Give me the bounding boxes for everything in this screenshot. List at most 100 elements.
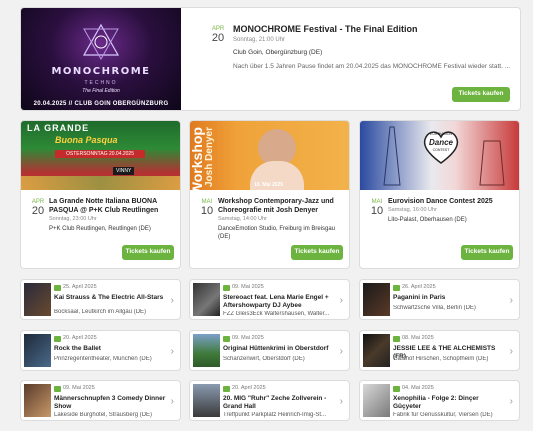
event-venue: Treffpunkt Parkplatz Heinrich-Imig-St... bbox=[223, 412, 327, 418]
calendar-icon bbox=[223, 285, 230, 291]
event-venue: Schwartzsche Villa, Berlin (DE) bbox=[393, 305, 476, 311]
event-thumbnail bbox=[24, 283, 51, 316]
event-date: 08. Mai 2025 bbox=[402, 335, 434, 341]
list-item[interactable]: 25. April 2025 Kai Strauss & The Electri… bbox=[20, 279, 181, 320]
event-card[interactable]: LA GRANDE Buona Pasqua OSTERSONNTAG 20.0… bbox=[20, 120, 181, 269]
calendar-icon bbox=[393, 336, 400, 342]
event-venue: P+K Club Reutlingen, Reutlingen (DE) bbox=[49, 226, 151, 232]
event-title[interactable]: Eurovision Dance Contest 2025 bbox=[388, 197, 513, 206]
event-thumbnail bbox=[24, 384, 51, 417]
event-title[interactable]: Workshop Contemporary-Jazz und Choreogra… bbox=[218, 197, 343, 215]
event-day: 10 bbox=[370, 205, 384, 217]
list-item[interactable]: 09. Mai 2025 Original Hüttenkrimi in Obe… bbox=[189, 330, 350, 371]
event-image[interactable]: EUROVISION Dance CONTEST bbox=[360, 121, 519, 190]
chevron-right-icon: › bbox=[339, 346, 343, 357]
calendar-icon bbox=[54, 336, 61, 342]
chevron-right-icon: › bbox=[170, 396, 174, 407]
buy-tickets-button[interactable]: Tickets kaufen bbox=[122, 245, 174, 260]
event-thumbnail bbox=[24, 334, 51, 367]
event-time: Samstag, 16:00 Uhr bbox=[388, 207, 437, 213]
list-item[interactable]: 26. April 2025 Paganini in Paris Schwart… bbox=[359, 279, 520, 320]
event-title: Kai Strauss & The Electric All-Stars bbox=[54, 294, 164, 301]
calendar-icon bbox=[54, 386, 61, 392]
event-venue: Gasthof Hirschen, Schopfheim (DE) bbox=[393, 356, 489, 362]
calendar-icon bbox=[393, 386, 400, 392]
event-thumbnail bbox=[193, 334, 220, 367]
event-date: 20. April 2025 bbox=[63, 335, 97, 341]
image-text: LA GRANDE bbox=[27, 123, 90, 133]
calendar-icon bbox=[54, 285, 61, 291]
event-venue: Lito-Palast, Oberhausen (DE) bbox=[388, 217, 467, 223]
calendar-icon bbox=[223, 386, 230, 392]
list-item[interactable]: 20. April 2025 Rock the Ballet Prinzrege… bbox=[20, 330, 181, 371]
event-venue: Prinzregententheater, München (DE) bbox=[54, 356, 152, 362]
event-venue: Schanzenwirt, Oberstdorf (DE) bbox=[223, 356, 305, 362]
event-date: Mai 10 bbox=[366, 199, 388, 217]
chevron-right-icon: › bbox=[170, 346, 174, 357]
image-text: 10. Mai 2025 bbox=[254, 182, 284, 188]
featured-event-image[interactable]: MONOCHROME TECHNO The Final Edition 20.0… bbox=[21, 8, 181, 110]
buy-tickets-button[interactable]: Tickets kaufen bbox=[452, 87, 510, 102]
featured-event-card[interactable]: MONOCHROME TECHNO The Final Edition 20.0… bbox=[20, 7, 521, 111]
list-item[interactable]: 20. April 2025 20. MIG "Ruhr" Zeche Zoll… bbox=[189, 380, 350, 421]
event-date: 20. April 2025 bbox=[232, 385, 266, 391]
buy-tickets-button[interactable]: Tickets kaufen bbox=[461, 245, 513, 260]
image-tag-text: The Final Edition bbox=[82, 88, 120, 94]
chevron-right-icon: › bbox=[509, 396, 513, 407]
image-text: Buona Pasqua bbox=[55, 135, 118, 145]
image-sub-text: TECHNO bbox=[84, 80, 118, 86]
list-item[interactable]: 09. Mai 2025 Stereoact feat. Lena Marie … bbox=[189, 279, 350, 320]
event-title: Paganini in Paris bbox=[393, 294, 446, 301]
event-time: Sonntag, 21:00 Uhr bbox=[233, 37, 286, 43]
chevron-right-icon: › bbox=[170, 295, 174, 306]
event-description: Nach über 1.5 Jahren Pause findet am 20.… bbox=[233, 63, 511, 70]
chevron-right-icon: › bbox=[509, 295, 513, 306]
event-date: APR 20 bbox=[207, 26, 229, 44]
chevron-right-icon: › bbox=[339, 295, 343, 306]
image-text: Dance bbox=[428, 138, 453, 147]
event-thumbnail bbox=[363, 283, 390, 316]
event-time: Samstag, 14:00 Uhr bbox=[218, 216, 267, 222]
calendar-icon bbox=[393, 285, 400, 291]
list-item[interactable]: 09. Mai 2025 Männerschnupfen 3 Comedy Di… bbox=[20, 380, 181, 421]
event-title[interactable]: MONOCHROME Festival - The Final Edition bbox=[233, 24, 418, 34]
event-card[interactable]: EUROVISION Dance CONTEST Mai 10 Eurovisi… bbox=[359, 120, 520, 269]
event-thumbnail bbox=[363, 384, 390, 417]
image-text: OSTERSONNTAG 20.04.2025 bbox=[55, 150, 145, 158]
event-card[interactable]: Workshop Josh Denyer 10. Mai 2025 Mai 10… bbox=[189, 120, 350, 269]
event-date: Apr 20 bbox=[27, 199, 49, 217]
event-thumbnail bbox=[193, 283, 220, 316]
chevron-right-icon: › bbox=[509, 346, 513, 357]
event-venue: DanceEmotion Studio, Freiburg im Breisga… bbox=[218, 226, 336, 240]
image-text: Josh Denyer bbox=[204, 127, 215, 188]
event-time: Sonntag, 23:00 Uhr bbox=[49, 216, 97, 222]
image-text: Workshop bbox=[190, 127, 205, 190]
event-venue: Bocksaal, Leutkirch im Allgäu (DE) bbox=[54, 309, 147, 315]
image-text: EUROVISION bbox=[430, 132, 452, 136]
event-day: 20 bbox=[211, 32, 225, 44]
event-image[interactable]: Workshop Josh Denyer 10. Mai 2025 bbox=[190, 121, 349, 190]
list-item[interactable]: 04. Mai 2025 Xenophilia - Folge 2: Dinçe… bbox=[359, 380, 520, 421]
event-venue: Fabrik für Genusskultur, Viersen (DE) bbox=[393, 412, 493, 418]
event-date: 26. April 2025 bbox=[402, 284, 436, 290]
event-thumbnail bbox=[363, 334, 390, 367]
event-image[interactable]: LA GRANDE Buona Pasqua OSTERSONNTAG 20.0… bbox=[21, 121, 180, 190]
event-title: Männerschnupfen 3 Comedy Dinner Show bbox=[54, 395, 166, 410]
image-logo-text: MONOCHROME bbox=[51, 66, 151, 77]
event-day: 10 bbox=[200, 205, 214, 217]
event-venue: FZZ Gleis3Eck Waltershausen, Walter... bbox=[223, 311, 330, 317]
event-venue: Lakeside Burghotel, Strausberg (DE) bbox=[54, 412, 153, 418]
image-text: CONTEST bbox=[432, 148, 450, 152]
event-title[interactable]: La Grande Notte Italiana BUONA PASQUA @ … bbox=[49, 197, 174, 215]
chevron-right-icon: › bbox=[339, 396, 343, 407]
event-title: Original Hüttenkrimi in Oberstdorf bbox=[223, 345, 329, 352]
event-title: 20. MIG "Ruhr" Zeche Zollverein - Grand … bbox=[223, 395, 327, 410]
event-date: 09. Mai 2025 bbox=[232, 284, 264, 290]
buy-tickets-button[interactable]: Tickets kaufen bbox=[291, 245, 343, 260]
image-text: VINNY bbox=[113, 167, 135, 175]
event-date: Mai 10 bbox=[196, 199, 218, 217]
event-title: Xenophilia - Folge 2: Dinçer Güçyeter bbox=[393, 395, 479, 410]
event-thumbnail bbox=[193, 384, 220, 417]
monochrome-logo-icon bbox=[82, 23, 120, 61]
list-item[interactable]: 08. Mai 2025 JESSIE LEE & THE ALCHEMISTS… bbox=[359, 330, 520, 371]
